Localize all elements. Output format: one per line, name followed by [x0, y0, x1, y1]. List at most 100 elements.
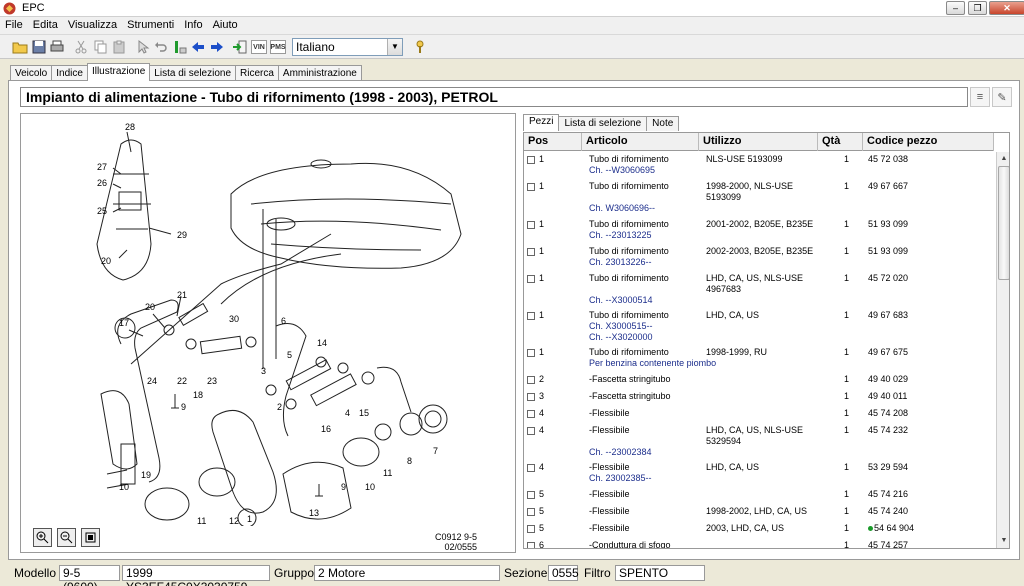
table-row[interactable]: 1 Tubo di rifornimento LHD, CA, US 1 49 … — [524, 308, 994, 345]
menu-strumenti[interactable]: Strumenti — [122, 17, 179, 34]
scroll-thumb[interactable] — [998, 166, 1009, 280]
copy-button[interactable] — [91, 38, 109, 56]
gruppo-label: Gruppo — [274, 566, 315, 580]
menu-info[interactable]: Info — [179, 17, 207, 34]
row-checkbox[interactable] — [527, 508, 535, 516]
table-row[interactable]: 1 Tubo di rifornimento LHD, CA, US, NLS-… — [524, 271, 994, 308]
table-row[interactable]: 1 Tubo di rifornimento 2001-2002, B205E,… — [524, 217, 994, 244]
row-checkbox[interactable] — [527, 275, 535, 283]
table-row[interactable]: 3 -Fascetta stringitubo 1 49 40 011 — [524, 389, 994, 406]
column-header-codice[interactable]: Codice pezzo — [863, 133, 994, 151]
filter-button[interactable] — [171, 38, 189, 56]
row-codice: 45 74 232 — [868, 425, 909, 435]
row-checkbox[interactable] — [527, 410, 535, 418]
table-row[interactable]: 2 -Fascetta stringitubo 1 49 40 029 — [524, 372, 994, 389]
table-row[interactable]: 5 -Flessibile 1 45 74 216 — [524, 487, 994, 504]
illustration-panel[interactable]: 28 27 26 25 29 20 21 20 17 30 6 5 14 24 … — [20, 113, 516, 553]
table-row[interactable]: 1 Tubo di rifornimento 2002-2003, B205E,… — [524, 244, 994, 271]
zoom-in-button[interactable] — [33, 528, 52, 547]
pms-button[interactable]: PMS — [270, 40, 286, 54]
column-header-qta[interactable]: Qtà — [818, 133, 863, 151]
edit-icon: ✎ — [997, 91, 1007, 104]
tab-veicolo[interactable]: Veicolo — [10, 65, 53, 81]
tab-illustrazione[interactable]: Illustrazione — [86, 63, 151, 81]
restore-button[interactable]: ❐ — [968, 1, 987, 15]
back-button[interactable] — [189, 38, 207, 56]
row-checkbox[interactable] — [527, 376, 535, 384]
row-checkbox[interactable] — [527, 312, 535, 320]
language-select[interactable]: Italiano ▼ — [292, 38, 403, 56]
row-checkbox[interactable] — [527, 349, 535, 357]
row-checkbox[interactable] — [527, 464, 535, 472]
table-row[interactable]: 5 -Flessibile 1998-2002, LHD, CA, US 1 4… — [524, 504, 994, 521]
row-checkbox[interactable] — [527, 156, 535, 164]
tab-lista-di-selezione[interactable]: Lista di selezione — [149, 65, 237, 81]
table-row[interactable]: 6 -Conduttura di sfogo 1 45 74 257 — [524, 538, 994, 548]
table-row[interactable]: 1 Tubo di rifornimento 1998-2000, NLS-US… — [524, 179, 994, 217]
floppy-icon — [32, 40, 46, 54]
menu-visualizza[interactable]: Visualizza — [63, 17, 122, 34]
cut-button[interactable] — [72, 38, 90, 56]
help-button[interactable] — [411, 38, 429, 56]
tab-parts-lista-di-selezione[interactable]: Lista di selezione — [558, 116, 648, 131]
minimize-button[interactable]: – — [946, 1, 965, 15]
menu-file[interactable]: File — [0, 17, 28, 34]
row-checkbox[interactable] — [527, 427, 535, 435]
tool-button-1[interactable] — [134, 38, 152, 56]
scroll-up-icon[interactable]: ▲ — [997, 152, 1009, 166]
callout-text: 20 — [101, 256, 111, 266]
main-panel: Impianto di alimentazione - Tubo di rifo… — [8, 80, 1020, 560]
row-pos: 3 — [539, 391, 545, 401]
column-header-pos[interactable]: Pos — [524, 133, 582, 151]
callout-text: 23 — [207, 376, 217, 386]
row-note: Ch. --23002384 — [589, 447, 652, 457]
new-part-dot-icon — [868, 526, 873, 531]
key-icon — [416, 40, 424, 53]
menu-aiuto[interactable]: Aiuto — [208, 17, 243, 34]
row-checkbox[interactable] — [527, 393, 535, 401]
row-checkbox[interactable] — [527, 221, 535, 229]
column-header-utilizzo[interactable]: Utilizzo — [699, 133, 818, 151]
row-checkbox[interactable] — [527, 491, 535, 499]
tab-indice[interactable]: Indice — [51, 65, 88, 81]
chevron-down-icon[interactable]: ▼ — [387, 39, 402, 55]
edit-note-button[interactable]: ✎ — [992, 87, 1012, 107]
print-button[interactable] — [48, 38, 66, 56]
menu-edita[interactable]: Edita — [28, 17, 63, 34]
row-articolo: -Fascetta stringitubo — [589, 391, 671, 401]
table-row[interactable]: 4 -Flessibile LHD, CA, US, NLS-USE 53295… — [524, 423, 994, 460]
row-utilizzo: LHD, CA, US — [706, 462, 760, 472]
zoom-out-button[interactable] — [57, 528, 76, 547]
paste-button[interactable] — [110, 38, 128, 56]
row-checkbox[interactable] — [527, 542, 535, 548]
table-row[interactable]: 1 Tubo di rifornimento 1998-1999, RU 1 4… — [524, 345, 994, 372]
row-checkbox[interactable] — [527, 248, 535, 256]
table-row[interactable]: 1 Tubo di rifornimento NLS-USE 5193099 1… — [524, 152, 994, 179]
undo-button[interactable] — [152, 38, 170, 56]
tab-ricerca[interactable]: Ricerca — [235, 65, 279, 81]
export-button[interactable] — [231, 38, 249, 56]
row-checkbox[interactable] — [527, 525, 535, 533]
save-button[interactable] — [30, 38, 48, 56]
table-rows: 1 Tubo di rifornimento NLS-USE 5193099 1… — [524, 152, 994, 548]
scroll-down-icon[interactable]: ▼ — [997, 534, 1009, 548]
parts-list-button[interactable]: ≡ — [970, 87, 990, 107]
parts-scrollbar[interactable]: ▲ ▼ — [996, 152, 1009, 548]
row-pos: 5 — [539, 523, 545, 533]
tab-note[interactable]: Note — [646, 116, 680, 131]
row-codice: 45 74 240 — [868, 506, 909, 516]
row-checkbox[interactable] — [527, 183, 535, 191]
forward-button[interactable] — [208, 38, 226, 56]
table-row[interactable]: 4 -Flessibile 1 45 74 208 — [524, 406, 994, 423]
table-row[interactable]: 5 -Flessibile 2003, LHD, CA, US 1 54 64 … — [524, 521, 994, 538]
open-folder-button[interactable] — [11, 38, 29, 56]
table-row[interactable]: 4 -Flessibile LHD, CA, US 1 53 29 594 Ch… — [524, 460, 994, 487]
close-button[interactable]: ✕ — [989, 1, 1024, 15]
window-title: EPC — [22, 2, 45, 14]
fit-view-button[interactable] — [81, 528, 100, 547]
tab-pezzi[interactable]: Pezzi — [523, 114, 560, 131]
vin-button[interactable]: VIN — [251, 40, 267, 54]
row-codice: 51 93 099 — [868, 246, 909, 256]
tab-amministrazione[interactable]: Amministrazione — [277, 65, 362, 81]
column-header-articolo[interactable]: Articolo — [582, 133, 699, 151]
